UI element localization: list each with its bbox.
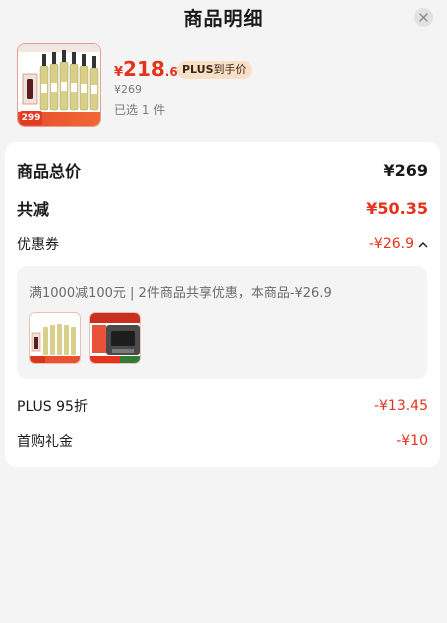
first-gift-row: 首购礼金 -¥10: [17, 431, 428, 451]
coupon-product-thumbnail-oven[interactable]: [89, 312, 141, 364]
first-gift-label: 首购礼金: [17, 434, 73, 450]
page-title: 商品明细: [183, 8, 264, 30]
plus-discount-row: PLUS 95折 -¥13.45: [17, 396, 428, 416]
selected-count: 已选 1 件: [114, 103, 166, 117]
plus-brand: PLUS: [182, 63, 214, 76]
header: 商品明细: [0, 0, 447, 36]
air-fryer-image: [90, 313, 140, 363]
total-price-label: 商品总价: [17, 162, 82, 181]
price-breakdown-card: 商品总价 ¥269 共减 ¥50.35 优惠券 -¥26.9 满1000减100…: [5, 142, 440, 467]
total-reduction-label: 共减: [17, 200, 50, 219]
close-button[interactable]: [414, 8, 433, 27]
coupon-detail-panel: 满1000减100元 | 2件商品共享优惠，本商品-¥26.9: [17, 266, 427, 379]
plus-discount-value: -¥13.45: [373, 398, 428, 414]
total-reduction-value: ¥50.35: [366, 198, 428, 218]
coupon-detail-text: 满1000减100元 | 2件商品共享优惠，本商品-¥26.9: [29, 286, 332, 301]
total-reduction-row: 共减 ¥50.35: [17, 196, 428, 220]
thumb-price-badge: 299: [20, 111, 42, 125]
plus-price-label: 到手价: [213, 63, 247, 76]
close-icon: [419, 13, 428, 22]
coupon-label: 优惠券: [17, 237, 59, 253]
final-price: ¥ 218 .65: [114, 57, 186, 81]
product-thumbnail[interactable]: 299: [17, 43, 101, 127]
coupon-product-thumbnail-wine[interactable]: [29, 312, 81, 364]
coupon-value: -¥26.9: [368, 236, 414, 252]
total-price-value: ¥269: [383, 160, 428, 180]
plus-discount-label: PLUS 95折: [17, 399, 88, 415]
coupon-toggle[interactable]: -¥26.9: [369, 236, 428, 252]
price-currency: ¥: [114, 65, 124, 80]
price-integer: 218: [123, 57, 165, 81]
first-gift-value: -¥10: [396, 433, 428, 449]
total-price-row: 商品总价 ¥269: [17, 158, 428, 182]
coupon-row[interactable]: 优惠券 -¥26.9: [17, 234, 428, 254]
chevron-up-icon: [418, 241, 428, 248]
original-price: ¥269: [114, 83, 142, 96]
plus-price-tag: PLUS到手价: [177, 61, 252, 79]
wine-bottles-image: [30, 313, 80, 363]
product-summary: 299 ¥ 218 .65 PLUS到手价 ¥269 已选 1 件: [17, 43, 430, 129]
